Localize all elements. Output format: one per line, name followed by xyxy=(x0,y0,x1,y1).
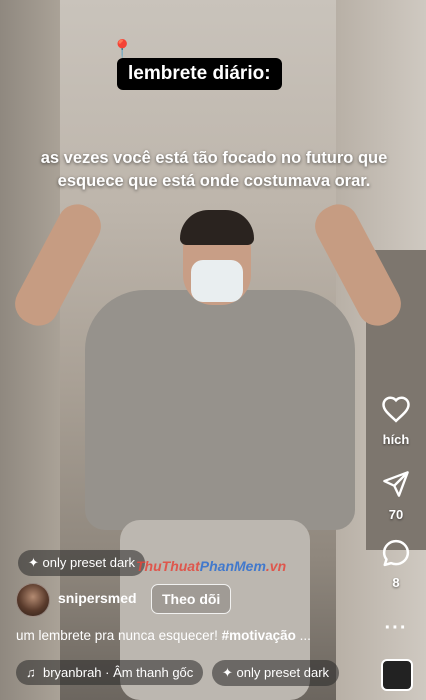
pin-icon: 📍 xyxy=(111,39,134,59)
comment-button[interactable]: 8 xyxy=(372,538,420,590)
audio-pill[interactable]: ♫ bryanbrah · Âm thanh gốc xyxy=(16,660,204,685)
share-button[interactable]: 70 xyxy=(372,470,420,522)
person-shirt xyxy=(85,290,355,530)
overlay-title: lembrete diário: xyxy=(117,58,282,90)
caption-line: as vezes você está tão focado no futuro … xyxy=(40,149,388,167)
send-icon xyxy=(383,471,409,497)
more-options-button[interactable]: ··· xyxy=(380,617,412,640)
avatar[interactable] xyxy=(16,583,50,617)
description-text: um lembrete pra nunca esquecer! xyxy=(16,628,222,643)
person-mask xyxy=(191,260,243,302)
follow-button[interactable]: Theo dõi xyxy=(151,584,232,614)
video-description[interactable]: um lembrete pra nunca esquecer! #motivaç… xyxy=(16,628,311,643)
comment-count: 8 xyxy=(392,575,400,590)
share-count: 70 xyxy=(388,507,404,522)
description-ellipsis: ... xyxy=(295,628,311,643)
like-label: hích xyxy=(382,432,410,447)
watermark-logo: ThuThuatPhanMem.vn xyxy=(136,558,287,574)
music-note-icon: ♫ xyxy=(26,665,36,680)
effect-label: only preset dark xyxy=(236,665,330,680)
heart-icon xyxy=(382,396,410,423)
audio-disc-thumbnail[interactable] xyxy=(381,659,413,691)
effect-label: only preset dark xyxy=(42,555,136,570)
effect-pill[interactable]: ✦ only preset dark xyxy=(212,660,340,686)
hashtag-link[interactable]: #motivação xyxy=(222,628,296,643)
comment-icon xyxy=(382,539,410,567)
overlay-caption: as vezes você está tão focado no futuro … xyxy=(22,147,406,193)
effect-pill[interactable]: ✦ only preset dark xyxy=(18,550,146,576)
like-button[interactable]: hích xyxy=(372,395,420,447)
username[interactable]: snipersmed xyxy=(58,590,137,606)
person-hair xyxy=(180,210,254,245)
audio-label: bryanbrah · Âm thanh gốc xyxy=(42,665,194,680)
caption-line: esquece que está onde costumava orar. xyxy=(57,172,371,190)
sparkle-icon: ✦ xyxy=(28,555,39,570)
video-feed-screen[interactable]: 📍 lembrete diário: as vezes você está tã… xyxy=(0,0,426,700)
sparkle-icon: ✦ xyxy=(222,665,233,680)
